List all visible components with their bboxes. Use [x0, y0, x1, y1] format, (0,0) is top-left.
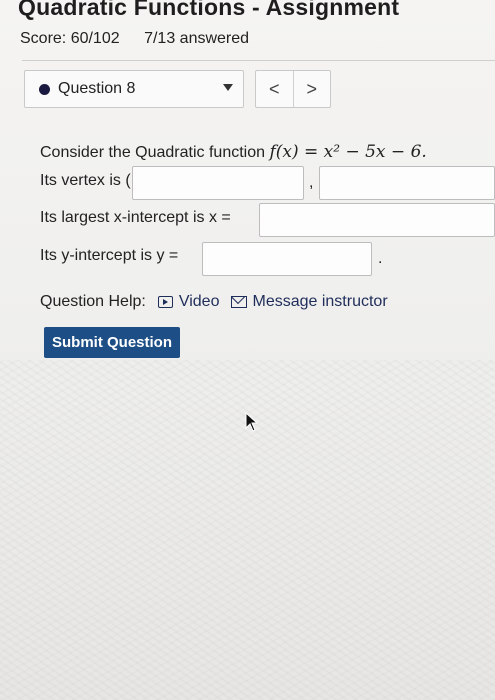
caret-down-icon [223, 84, 233, 91]
score-text: Score: 60/102 [20, 30, 120, 47]
video-link[interactable]: Video [157, 293, 220, 311]
score-line: Score: 60/102 7/13 answered [20, 30, 269, 48]
question-statement: Consider the Quadratic function f(x) = x… [40, 142, 427, 162]
y-intercept-input[interactable] [202, 242, 372, 276]
previous-question-button[interactable]: < [256, 71, 294, 107]
pointer-arrow-icon [245, 411, 259, 432]
message-instructor-link[interactable]: Message instructor [231, 293, 388, 311]
function-expression: f(x) = x² − 5x − 6. [269, 142, 427, 162]
next-question-button[interactable]: > [294, 71, 331, 107]
question-help: Question Help: Video Message instructor [40, 293, 388, 311]
vertex-y-input[interactable] [319, 166, 495, 200]
assignment-screen: Quadratic Functions - Assignment Score: … [0, 0, 495, 700]
video-link-label: Video [178, 293, 220, 310]
y-intercept-period: . [378, 250, 383, 267]
screen-moire-background [0, 360, 495, 700]
vertex-row: Its vertex is ( [40, 172, 131, 190]
question-select[interactable]: Question 8 [24, 70, 244, 108]
message-instructor-label: Message instructor [252, 293, 388, 310]
header-divider [22, 60, 495, 61]
submit-question-button[interactable]: Submit Question [44, 327, 180, 358]
question-intro: Consider the Quadratic function [40, 144, 266, 161]
video-icon [157, 296, 173, 308]
question-help-label: Question Help: [40, 293, 146, 310]
vertex-separator: , [309, 174, 314, 191]
largest-x-intercept-label: Its largest x-intercept is x = [40, 209, 231, 226]
question-select-label: Question 8 [58, 80, 136, 97]
y-intercept-label: Its y-intercept is y = [40, 247, 179, 264]
mail-icon [231, 296, 248, 308]
question-status-dot [39, 84, 50, 95]
page-title: Quadratic Functions - Assignment [18, 0, 400, 20]
vertex-x-input[interactable] [132, 166, 304, 200]
largest-x-intercept-input[interactable] [259, 203, 495, 237]
vertex-label: Its vertex is ( [40, 172, 131, 189]
question-nav-buttons: < > [255, 70, 331, 108]
answered-count: 7/13 answered [144, 30, 250, 47]
